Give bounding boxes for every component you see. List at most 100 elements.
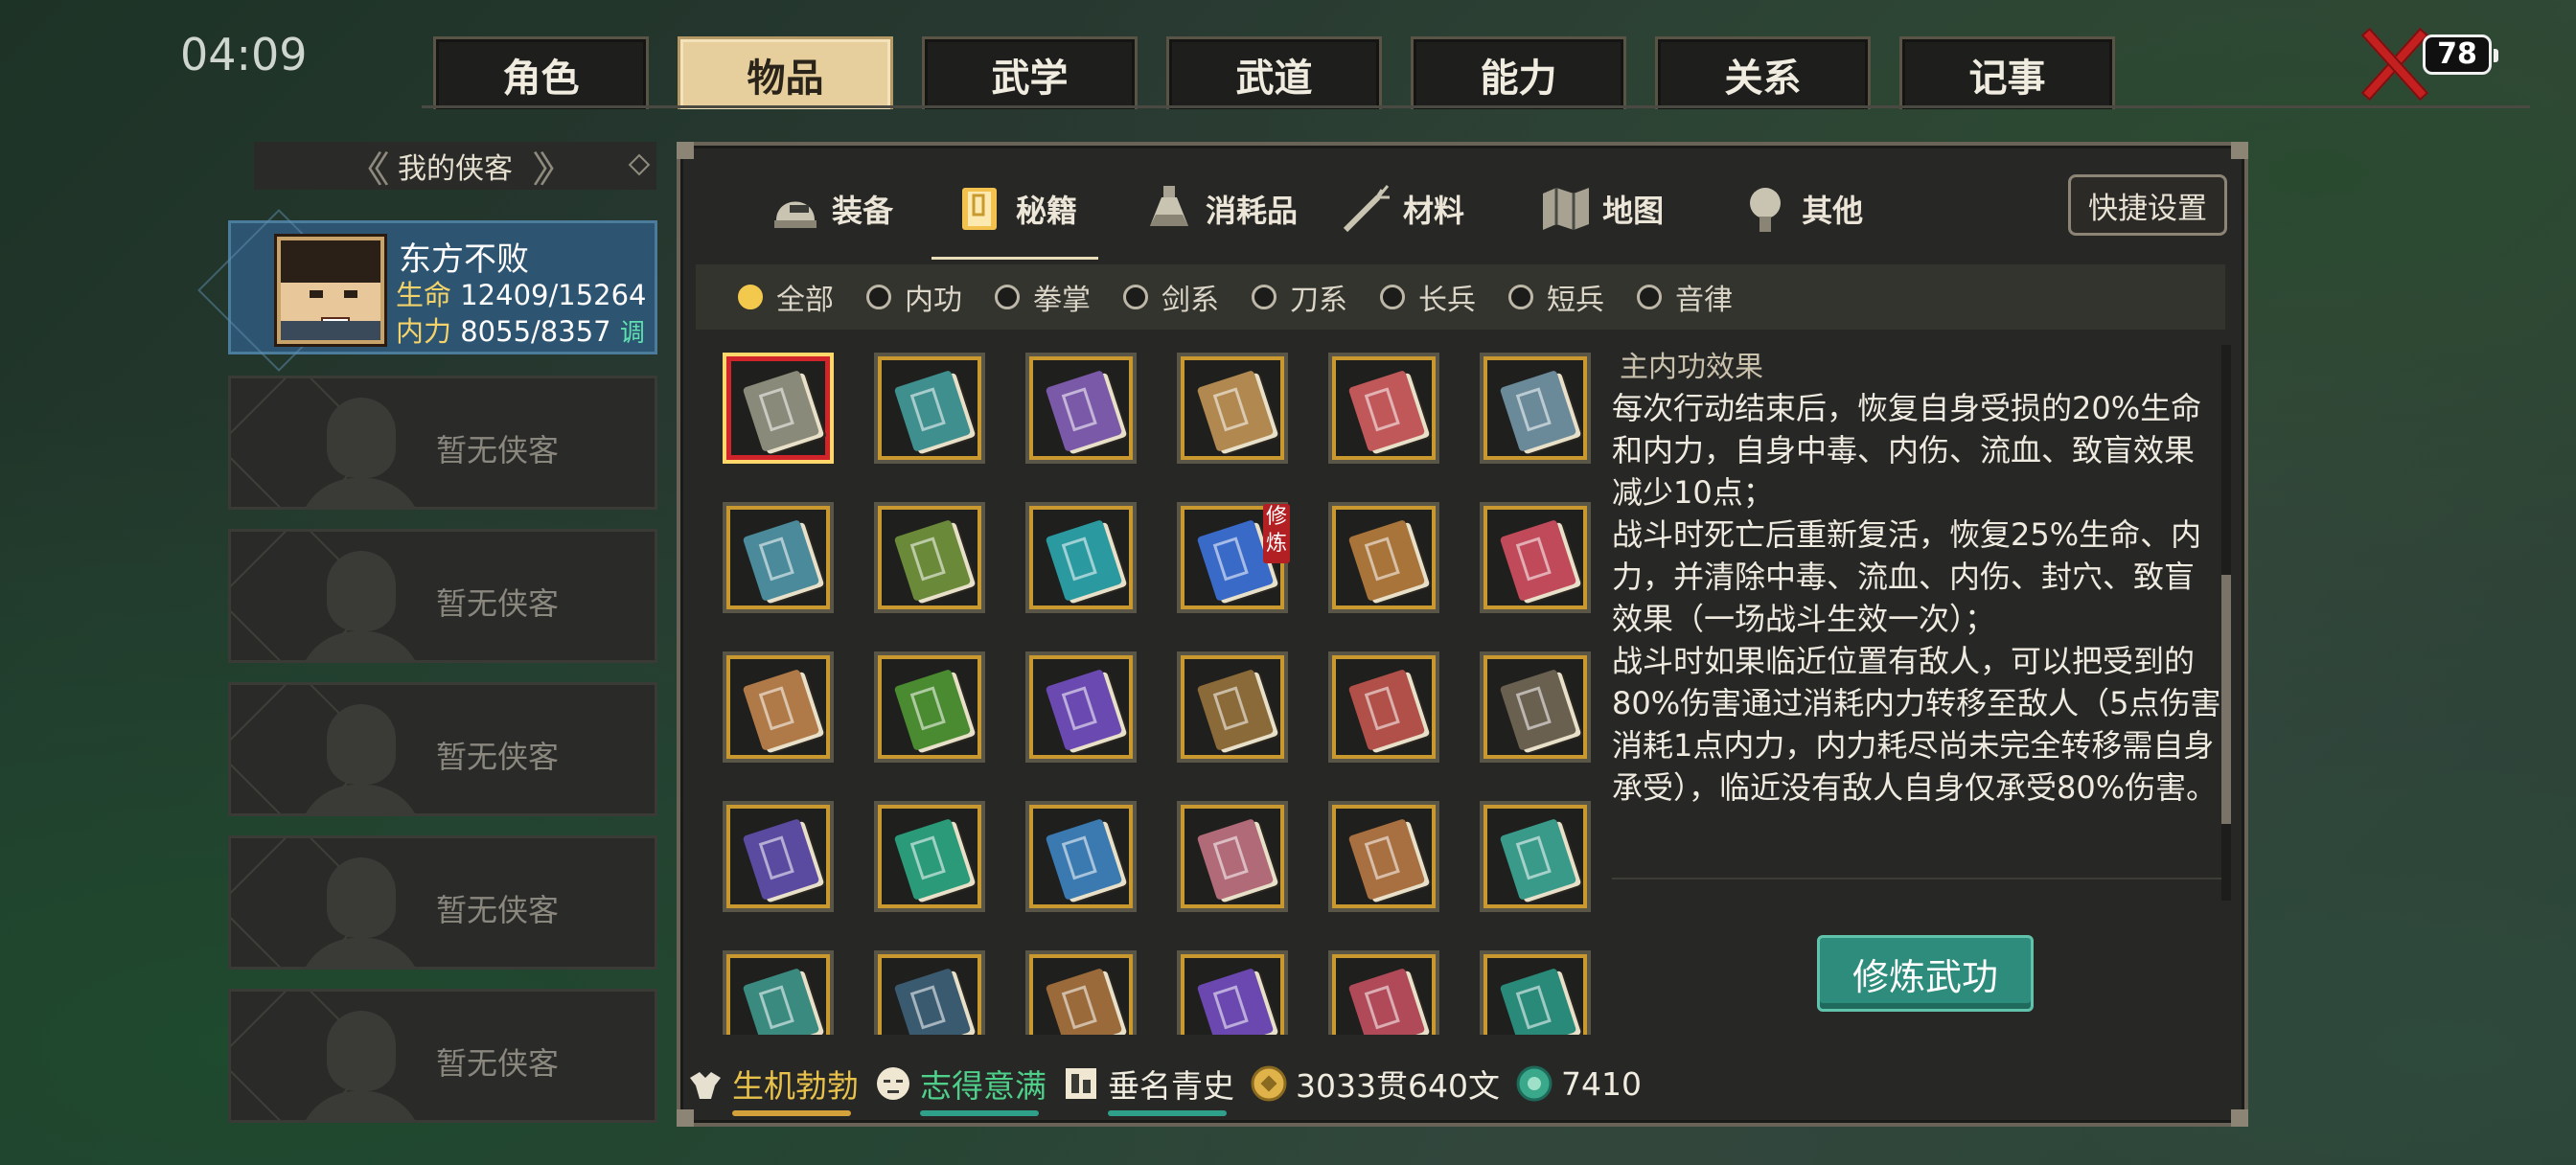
- money-label: 3033贯640文: [1296, 1067, 1500, 1105]
- tab-martial-arts[interactable]: 武学: [922, 36, 1138, 109]
- item-slot[interactable]: [874, 950, 985, 1035]
- secret-book-icon: [1499, 669, 1577, 751]
- item-slot[interactable]: 修炼: [1177, 502, 1290, 613]
- item-slot[interactable]: [1328, 353, 1439, 464]
- item-slot[interactable]: [723, 651, 834, 763]
- adjust-button[interactable]: 调: [620, 319, 645, 348]
- tab-others[interactable]: 其他: [1717, 161, 1884, 257]
- tab-equipment[interactable]: 装备: [748, 161, 914, 257]
- secret-book-icon: [1196, 968, 1275, 1035]
- tab-items[interactable]: 物品: [678, 36, 893, 109]
- tab-relations[interactable]: 关系: [1655, 36, 1871, 109]
- secret-book-icon: [1499, 968, 1577, 1035]
- coin-icon: [1250, 1064, 1288, 1103]
- item-slot[interactable]: [1328, 502, 1439, 613]
- bottom-status-bar: 生机勃勃 志得意满 垂名青史 3033贯640文 7410: [686, 1050, 1642, 1117]
- empty-slot[interactable]: 暂无侠客: [228, 682, 657, 816]
- item-slot[interactable]: [1480, 353, 1591, 464]
- tab-maps[interactable]: 地图: [1518, 161, 1685, 257]
- item-slot[interactable]: [1480, 950, 1591, 1035]
- jade-status: 7410: [1515, 1064, 1642, 1103]
- radio-dot: [1508, 285, 1533, 309]
- secret-book-icon: [1347, 519, 1426, 602]
- quick-settings-button[interactable]: 快捷设置: [2068, 174, 2227, 236]
- empty-slot-label: 暂无侠客: [436, 432, 560, 468]
- tab-journal[interactable]: 记事: [1899, 36, 2115, 109]
- item-slot[interactable]: [1025, 801, 1137, 912]
- description-text: 每次行动结束后，恢复自身受损的20%生命和内力，自身中毒、内伤、流血、致盲效果减…: [1612, 387, 2221, 809]
- item-slot[interactable]: [1480, 651, 1591, 763]
- filter-all[interactable]: 全部: [738, 276, 834, 318]
- my-knights-title: 我的侠客: [398, 152, 513, 186]
- item-slot[interactable]: [723, 353, 834, 464]
- item-slot[interactable]: [874, 801, 985, 912]
- mp-row: 内力 8055/8357 调: [396, 309, 645, 350]
- filter-long-weapon[interactable]: 长兵: [1380, 276, 1476, 318]
- character-card[interactable]: 东方不败 生命 12409/15264 内力 8055/8357 调: [197, 209, 657, 372]
- secret-book-icon: [1499, 519, 1577, 602]
- description-paragraph: 每次行动结束后，恢复自身受损的20%生命和内力，自身中毒、内伤、流血、致盲效果减…: [1612, 390, 2202, 511]
- mood-status: 志得意满: [874, 1061, 1046, 1116]
- item-slot[interactable]: [1025, 353, 1137, 464]
- item-slot[interactable]: [1480, 801, 1591, 912]
- secret-book-icon: [893, 669, 972, 751]
- secret-book-icon: [893, 968, 972, 1035]
- filter-blade[interactable]: 刀系: [1252, 276, 1347, 318]
- item-slot[interactable]: [1177, 651, 1288, 763]
- tab-abilities[interactable]: 能力: [1411, 36, 1626, 109]
- map-icon: [1539, 182, 1593, 236]
- train-martial-art-button[interactable]: 修炼武功: [1817, 935, 2034, 1012]
- scrollbar-thumb[interactable]: [2221, 575, 2231, 824]
- secret-book-icon: [1499, 818, 1577, 901]
- close-icon[interactable]: [2353, 24, 2433, 104]
- hp-label: 生命: [396, 279, 452, 311]
- tab-materials-label: 材料: [1403, 193, 1465, 229]
- tab-character[interactable]: 角色: [433, 36, 649, 109]
- filter-music[interactable]: 音律: [1637, 276, 1733, 318]
- item-slot[interactable]: [1025, 502, 1137, 613]
- tab-secret-books[interactable]: 秘籍: [932, 161, 1099, 260]
- description-paragraph: 战斗时如果临近位置有敌人，可以把受到的80%伤害通过消耗内力转移至敌人（5点伤害…: [1612, 643, 2221, 806]
- filter-sword[interactable]: 剑系: [1123, 276, 1219, 318]
- item-slot[interactable]: [874, 502, 985, 613]
- jade-label: 7410: [1560, 1064, 1642, 1103]
- empty-slot[interactable]: 暂无侠客: [228, 835, 657, 970]
- tab-martial-way[interactable]: 武道: [1166, 36, 1382, 109]
- misc-icon: [1738, 182, 1792, 236]
- item-slot[interactable]: [1328, 950, 1439, 1035]
- tab-others-label: 其他: [1802, 193, 1864, 229]
- secret-book-icon: [1045, 519, 1123, 602]
- item-slot[interactable]: [1328, 801, 1439, 912]
- empty-slot[interactable]: 暂无侠客: [228, 529, 657, 663]
- item-slot[interactable]: [1177, 353, 1288, 464]
- filter-fist[interactable]: 拳掌: [995, 276, 1091, 318]
- item-slot[interactable]: [1025, 950, 1137, 1035]
- chevron-left-icon[interactable]: 〈〈: [347, 140, 390, 193]
- filter-short-weapon[interactable]: 短兵: [1508, 276, 1604, 318]
- tab-materials[interactable]: 材料: [1319, 161, 1485, 257]
- secret-book-icon: [742, 669, 820, 751]
- training-tag: 修炼: [1263, 504, 1290, 563]
- item-slot[interactable]: [874, 651, 985, 763]
- item-slot[interactable]: [1480, 502, 1591, 613]
- item-slot[interactable]: [1177, 801, 1288, 912]
- chevron-right-icon[interactable]: 〉〉: [532, 140, 575, 193]
- fame-status: 垂名青史: [1062, 1061, 1234, 1116]
- item-slot[interactable]: [1177, 950, 1288, 1035]
- book-icon: [953, 182, 1006, 236]
- vitality-label: 生机勃勃: [732, 1067, 859, 1105]
- item-slot[interactable]: [1328, 651, 1439, 763]
- secret-book-icon: [893, 818, 972, 901]
- empty-slot[interactable]: 暂无侠客: [228, 376, 657, 510]
- item-slot[interactable]: [1025, 651, 1137, 763]
- tab-consumables[interactable]: 消耗品: [1121, 161, 1319, 257]
- empty-slot[interactable]: 暂无侠客: [228, 989, 657, 1123]
- item-slot[interactable]: [874, 353, 985, 464]
- strength-icon: [686, 1064, 724, 1103]
- item-slot[interactable]: [723, 950, 834, 1035]
- radio-dot: [738, 285, 763, 309]
- filter-internal[interactable]: 内功: [866, 276, 962, 318]
- item-slot[interactable]: [723, 801, 834, 912]
- diamond-icon: [628, 153, 651, 176]
- item-slot[interactable]: [723, 502, 834, 613]
